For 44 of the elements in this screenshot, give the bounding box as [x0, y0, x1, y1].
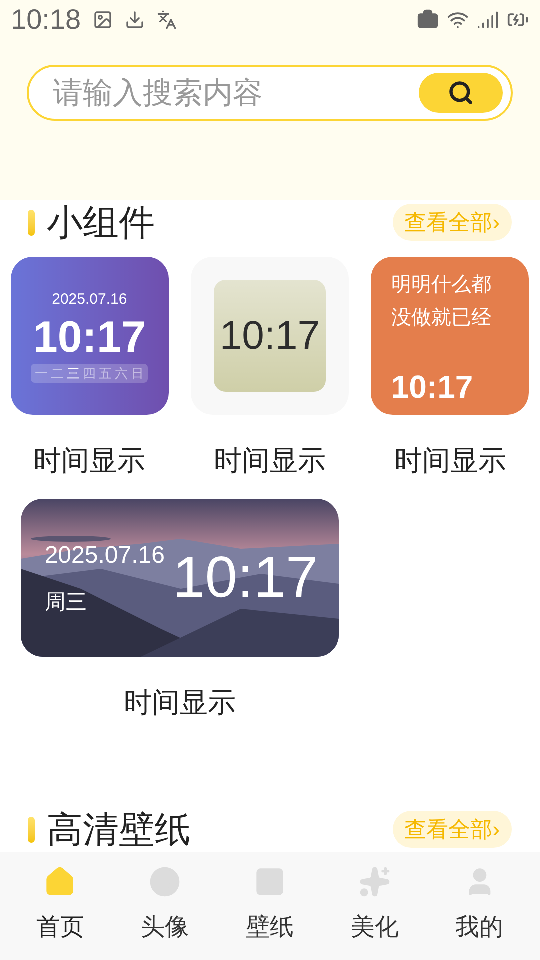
nav-tab[interactable]: 我的	[434, 866, 525, 946]
weekday-label: 三	[67, 364, 80, 382]
widget-message: 明明什么都没做就已经	[391, 273, 492, 331]
widget-title: 时间显示	[214, 447, 326, 475]
widget-time: 10:17	[391, 371, 474, 403]
nav-icon	[44, 866, 76, 898]
weekday-label: 六	[115, 364, 128, 382]
nav-tab[interactable]: 头像	[120, 866, 210, 946]
widget-card[interactable]: 2025.07.16 10:17 一 二 三 四 五 六 日	[10, 257, 169, 415]
nav-icon	[358, 866, 391, 898]
weekday-label: 日	[131, 364, 144, 382]
download-icon	[125, 10, 146, 30]
search-button[interactable]	[419, 73, 503, 113]
widget-title: 时间显示	[124, 689, 236, 717]
search-icon	[448, 80, 474, 106]
section-title: 小组件	[47, 204, 155, 240]
section-title: 高清壁纸	[47, 812, 191, 848]
widget-time: 10:17	[220, 313, 320, 360]
translate-icon	[157, 10, 178, 30]
weekday-label: 五	[99, 364, 112, 382]
search-field[interactable]: 请输入搜索内容	[27, 65, 513, 121]
nav-tab[interactable]: 首页	[15, 866, 106, 946]
widget-title: 时间显示	[394, 447, 506, 475]
nav-icon	[254, 866, 286, 898]
widget-card[interactable]: 10:17	[190, 257, 349, 415]
briefcase-icon	[417, 9, 439, 31]
nav-tab[interactable]: 壁纸	[224, 866, 315, 946]
weekday-label: 四	[83, 364, 96, 382]
nav-tab[interactable]: 美化	[330, 866, 420, 946]
section-marker	[28, 210, 35, 236]
search-input[interactable]: 请输入搜索内容	[53, 70, 393, 116]
status-time: 10:18	[11, 3, 82, 37]
signal-icon	[477, 9, 499, 31]
section-marker	[28, 816, 35, 842]
widget-weekday: 周三	[44, 592, 88, 612]
widget-date: 2025.07.16	[44, 544, 165, 568]
nav-icon	[149, 866, 182, 898]
widget-time: 10:17	[172, 549, 318, 607]
widget-title: 时间显示	[34, 447, 146, 475]
image-icon	[93, 10, 114, 30]
weekday-label: 二	[51, 364, 64, 382]
weekday-label: 一	[35, 364, 48, 382]
widget-date: 2025.07.16	[52, 290, 128, 310]
widget-time: 10:17	[33, 316, 146, 360]
